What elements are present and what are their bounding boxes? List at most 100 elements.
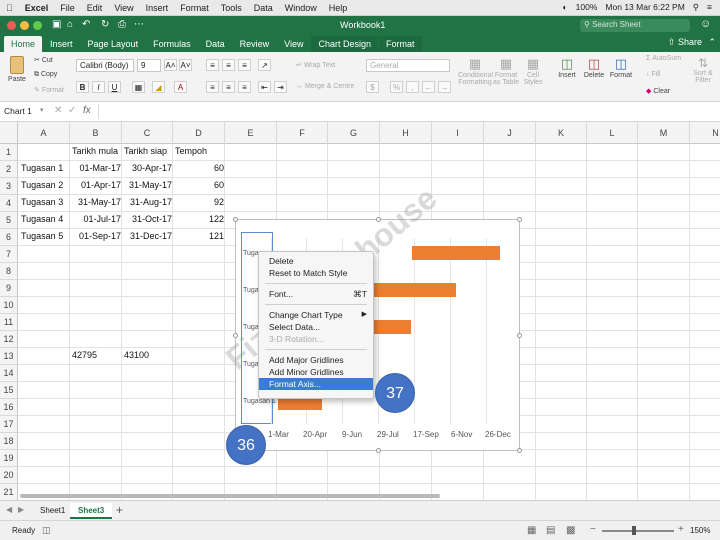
delete-cells-button[interactable]: ◫ Delete (582, 56, 606, 79)
macro-record-icon[interactable]: ◫ (42, 525, 51, 536)
currency-icon[interactable]: $ (366, 81, 379, 93)
column-header-k[interactable]: K (536, 122, 587, 144)
paste-button[interactable]: Paste (6, 56, 28, 83)
align-middle-icon[interactable]: ≡ (222, 59, 235, 71)
cell-c13[interactable]: 43100 (124, 350, 149, 360)
increase-decimal-icon[interactable]: ← (422, 81, 435, 93)
ctx-add-major-gridlines[interactable]: Add Major Gridlines (259, 354, 373, 366)
column-header-l[interactable]: L (587, 122, 638, 144)
zoom-slider-thumb[interactable] (632, 526, 636, 535)
cell-b5[interactable]: 01-Jul-17 (72, 214, 121, 224)
formula-input[interactable] (98, 104, 716, 119)
underline-button[interactable]: U (108, 81, 121, 93)
cell-b13[interactable]: 42795 (72, 350, 97, 360)
row-header-9[interactable]: 9 (0, 280, 18, 297)
cell-a3[interactable]: Tugasan 2 (21, 180, 63, 190)
menu-tools[interactable]: Tools (221, 3, 242, 13)
add-sheet-icon[interactable]: + (116, 503, 123, 517)
align-left-icon[interactable]: ≡ (206, 81, 219, 93)
cell-a4[interactable]: Tugasan 3 (21, 197, 63, 207)
indent-decrease-icon[interactable]: ⇤ (258, 81, 271, 93)
cut-button[interactable]: ✂ Cut (34, 56, 53, 64)
font-name-select[interactable]: Calibri (Body) (76, 59, 134, 72)
cell-b3[interactable]: 01-Apr-17 (72, 180, 121, 190)
align-center-icon[interactable]: ≡ (222, 81, 235, 93)
borders-icon[interactable]: ▦ (132, 81, 145, 93)
fill-color-icon[interactable]: ◢ (152, 81, 165, 93)
percent-icon[interactable]: % (390, 81, 403, 93)
zoom-out-icon[interactable]: − (590, 524, 596, 535)
cell-a2[interactable]: Tugasan 1 (21, 163, 63, 173)
column-header-d[interactable]: D (173, 122, 225, 144)
italic-button[interactable]: I (92, 81, 105, 93)
column-header-j[interactable]: J (484, 122, 536, 144)
comma-icon[interactable]: , (406, 81, 419, 93)
save-icon[interactable]: ▣ (52, 19, 61, 30)
menu-file[interactable]: File (60, 3, 75, 13)
row-header-5[interactable]: 5 (0, 212, 18, 229)
decrease-decimal-icon[interactable]: → (438, 81, 451, 93)
ctx-select-data[interactable]: Select Data... (259, 321, 373, 333)
cancel-icon[interactable]: ✕ (54, 105, 62, 116)
decrease-font-icon[interactable]: A˅ (179, 59, 192, 71)
spotlight-icon[interactable]: ⚲ (693, 2, 699, 13)
row-header-21[interactable]: 21 (0, 484, 18, 500)
row-header-19[interactable]: 19 (0, 450, 18, 467)
increase-font-icon[interactable]: A˄ (164, 59, 177, 71)
row-header-1[interactable]: 1 (0, 144, 18, 161)
clock[interactable]: Mon 13 Mar 6:22 PM (605, 2, 684, 13)
horizontal-scrollbar[interactable] (20, 494, 440, 498)
cell-c5[interactable]: 31-Oct-17 (124, 214, 172, 224)
column-header-g[interactable]: G (328, 122, 380, 144)
tab-home[interactable]: Home (4, 36, 43, 52)
menu-data[interactable]: Data (254, 3, 273, 13)
search-sheet-input[interactable]: ⚲ Search Sheet (580, 19, 690, 32)
menu-view[interactable]: View (114, 3, 133, 13)
row-header-2[interactable]: 2 (0, 161, 18, 178)
control-center-icon[interactable]: ≡ (707, 2, 712, 13)
menu-insert[interactable]: Insert (146, 3, 169, 13)
print-icon[interactable]: ⎙ (118, 19, 126, 30)
chart-resize-handle[interactable] (233, 217, 238, 222)
normal-view-icon[interactable]: ▦ (527, 525, 536, 536)
row-header-4[interactable]: 4 (0, 195, 18, 212)
tab-view[interactable]: View (277, 36, 310, 52)
tab-insert[interactable]: Insert (43, 36, 80, 52)
gantt-bar-tugasan-4[interactable] (368, 283, 456, 297)
enter-icon[interactable]: ✓ (68, 105, 76, 116)
autosum-button[interactable]: Σ AutoSum (646, 55, 681, 62)
cell-c2[interactable]: 30-Apr-17 (124, 163, 172, 173)
app-menu[interactable]: Excel (25, 3, 49, 13)
cell-styles-button[interactable]: ▦ Cell Styles (521, 56, 545, 86)
column-header-a[interactable]: A (18, 122, 70, 144)
column-header-h[interactable]: H (380, 122, 432, 144)
battery-status[interactable]: 100% (576, 2, 598, 13)
row-header-11[interactable]: 11 (0, 314, 18, 331)
format-as-table-button[interactable]: ▦ Format as Table (493, 56, 519, 86)
column-header-n[interactable]: N (690, 122, 720, 144)
chart-resize-handle[interactable] (517, 333, 522, 338)
ctx-format-axis[interactable]: Format Axis... (259, 378, 373, 390)
cell-d4[interactable]: 92 (175, 197, 224, 207)
number-format-select[interactable]: General (366, 59, 450, 72)
cell-d2[interactable]: 60 (175, 163, 224, 173)
cell-b2[interactable]: 01-Mar-17 (72, 163, 121, 173)
align-right-icon[interactable]: ≡ (238, 81, 251, 93)
align-bottom-icon[interactable]: ≡ (238, 59, 251, 71)
row-header-10[interactable]: 10 (0, 297, 18, 314)
align-top-icon[interactable]: ≡ (206, 59, 219, 71)
bold-button[interactable]: B (76, 81, 89, 93)
zoom-slider[interactable] (602, 530, 674, 532)
cell-d3[interactable]: 60 (175, 180, 224, 190)
prev-sheet-icon[interactable]: ◀ (6, 505, 12, 514)
name-box-dropdown-icon[interactable]: ▾ (40, 106, 44, 114)
indent-increase-icon[interactable]: ⇥ (274, 81, 287, 93)
merge-center-button[interactable]: ↔ Merge & Centre (296, 83, 354, 90)
chart-resize-handle[interactable] (233, 333, 238, 338)
cell-c4[interactable]: 31-Aug-17 (124, 197, 172, 207)
zoom-in-icon[interactable]: + (678, 524, 684, 535)
format-painter-button[interactable]: ✎ Format (34, 86, 64, 94)
column-header-i[interactable]: I (432, 122, 484, 144)
row-header-16[interactable]: 16 (0, 399, 18, 416)
insert-cells-button[interactable]: ◫ Insert (555, 56, 579, 79)
